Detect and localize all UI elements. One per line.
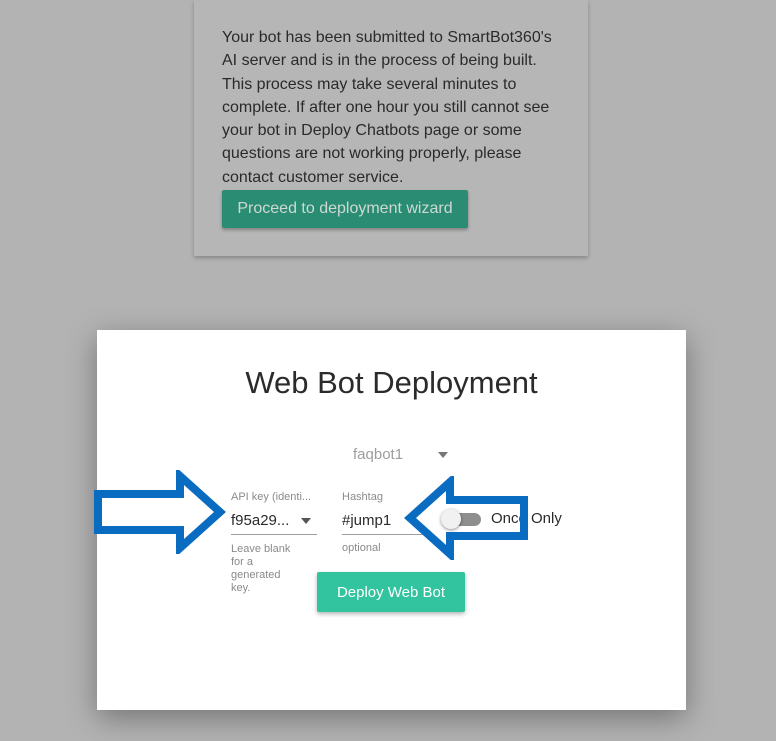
submission-message: Your bot has been submitted to SmartBot3… bbox=[222, 29, 552, 186]
modal-title: Web Bot Deployment bbox=[245, 365, 538, 400]
arrow-left-icon bbox=[404, 476, 528, 560]
api-key-help-text: Leave blank for a generated key. bbox=[231, 543, 291, 594]
arrow-right-icon bbox=[94, 470, 226, 554]
proceed-to-deployment-wizard-button[interactable]: Proceed to deployment wizard bbox=[222, 190, 468, 228]
submission-notice-card: Your bot has been submitted to SmartBot3… bbox=[194, 0, 588, 256]
api-key-value: f95a29... bbox=[231, 512, 290, 529]
hashtag-value: #jump1 bbox=[342, 512, 392, 529]
api-key-select[interactable]: f95a29... bbox=[231, 510, 317, 535]
api-key-label: API key (identi... bbox=[231, 491, 312, 503]
bot-select[interactable]: faqbot1 bbox=[353, 446, 453, 468]
chevron-down-icon bbox=[438, 452, 448, 458]
chevron-down-icon bbox=[301, 518, 311, 524]
hashtag-label: Hashtag bbox=[342, 491, 383, 503]
hashtag-help-text: optional bbox=[342, 542, 381, 554]
bot-select-value: faqbot1 bbox=[353, 446, 404, 463]
deploy-web-bot-button[interactable]: Deploy Web Bot bbox=[317, 572, 465, 612]
